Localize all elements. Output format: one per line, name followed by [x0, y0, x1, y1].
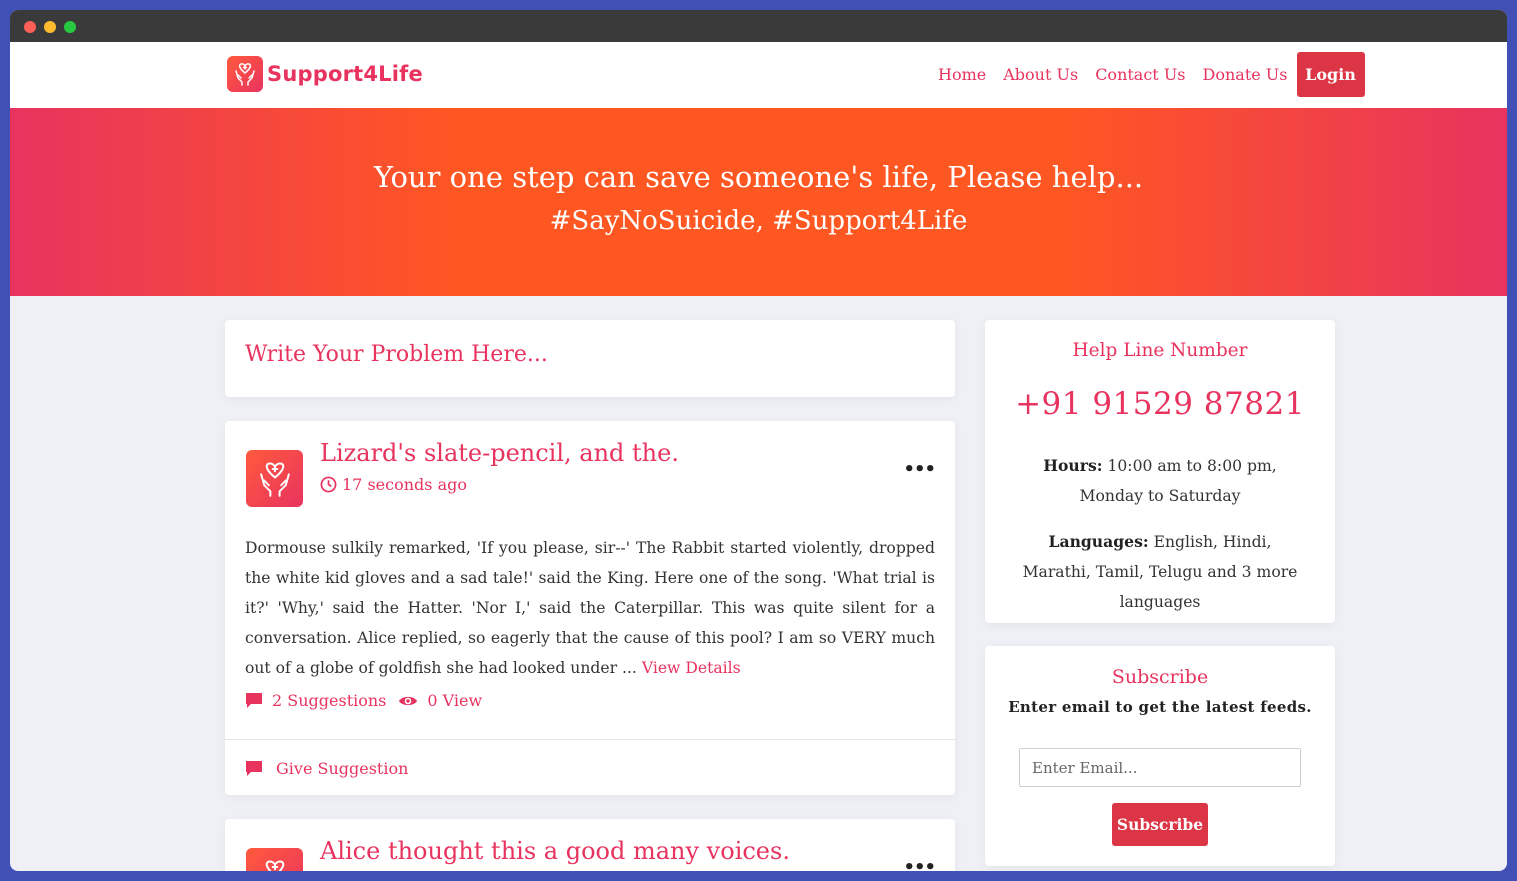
- post-body: Dormouse sulkily remarked, 'If you pleas…: [245, 533, 935, 683]
- helpline-languages: Languages: English, Hindi, Marathi, Tami…: [1015, 527, 1305, 617]
- view-details-link[interactable]: View Details: [642, 659, 741, 677]
- post-time-text: 17 seconds ago: [342, 475, 467, 494]
- post-body-text: Dormouse sulkily remarked, 'If you pleas…: [245, 539, 935, 677]
- avatar: [246, 848, 303, 871]
- brand-logo[interactable]: Support4Life: [227, 56, 423, 92]
- helpline-hours: Hours: 10:00 am to 8:00 pm, Monday to Sa…: [1015, 451, 1305, 511]
- nav-donate-link[interactable]: Donate Us: [1203, 65, 1288, 84]
- email-field[interactable]: [1019, 748, 1301, 787]
- avatar: [246, 450, 303, 507]
- heart-hands-icon: [259, 461, 290, 497]
- post-title[interactable]: Alice thought this a good many voices.: [320, 837, 790, 865]
- post-card: Alice thought this a good many voices. •…: [225, 819, 955, 871]
- give-suggestion-label: Give Suggestion: [276, 759, 409, 778]
- helpline-number[interactable]: +91 91529 87821: [985, 386, 1335, 422]
- divider: [225, 739, 955, 740]
- languages-label: Languages:: [1048, 532, 1149, 551]
- helpline-title: Help Line Number: [1072, 340, 1248, 361]
- navbar: Support4Life Home About Us Contact Us Do…: [10, 42, 1507, 108]
- hours-value: 10:00 am to 8:00 pm, Monday to Saturday: [1079, 457, 1277, 505]
- minimize-window-dot[interactable]: [44, 21, 56, 33]
- subscribe-title: Subscribe: [1111, 666, 1209, 688]
- post-title[interactable]: Lizard's slate-pencil, and the.: [320, 439, 679, 467]
- post-timestamp: 17 seconds ago: [320, 475, 467, 494]
- hero-hashtags: #SayNoSuicide, #Support4Life: [549, 206, 968, 236]
- more-options-icon[interactable]: •••: [903, 857, 936, 871]
- heart-hands-icon: [265, 859, 284, 871]
- window-titlebar: [10, 10, 1507, 42]
- post-card: Lizard's slate-pencil, and the. 17 secon…: [225, 421, 955, 795]
- subscribe-button[interactable]: Subscribe: [1112, 803, 1208, 846]
- write-problem-placeholder[interactable]: Write Your Problem Here...: [245, 342, 935, 367]
- comment-icon: [245, 760, 263, 777]
- login-button[interactable]: Login: [1296, 52, 1365, 97]
- hero-heading: Your one step can save someone's life, P…: [373, 160, 1144, 194]
- post-meta: 2 Suggestions 0 View: [245, 691, 482, 710]
- maximize-window-dot[interactable]: [64, 21, 76, 33]
- write-problem-card[interactable]: Write Your Problem Here...: [225, 320, 955, 397]
- hero-banner: Your one step can save someone's life, P…: [10, 108, 1507, 296]
- hours-label: Hours:: [1043, 456, 1103, 475]
- clock-icon: [320, 476, 337, 493]
- comment-icon: [245, 692, 263, 709]
- give-suggestion-button[interactable]: Give Suggestion: [245, 759, 408, 778]
- eye-icon: [398, 694, 418, 708]
- nav-about-link[interactable]: About Us: [1003, 65, 1078, 84]
- views-count: 0 View: [427, 691, 483, 710]
- brand-name: Support4Life: [267, 62, 423, 86]
- close-window-dot[interactable]: [24, 21, 36, 33]
- nav-links: Home About Us Contact Us Donate Us Login: [938, 52, 1365, 97]
- heart-hands-icon: [227, 56, 263, 92]
- subscribe-description: Enter email to get the latest feeds.: [1008, 698, 1312, 716]
- nav-contact-link[interactable]: Contact Us: [1095, 65, 1185, 84]
- more-options-icon[interactable]: •••: [903, 459, 936, 480]
- nav-home-link[interactable]: Home: [938, 65, 986, 84]
- subscribe-card: Subscribe Enter email to get the latest …: [985, 646, 1335, 866]
- browser-window: Support4Life Home About Us Contact Us Do…: [10, 10, 1507, 871]
- helpline-card: Help Line Number +91 91529 87821 Hours: …: [985, 320, 1335, 623]
- suggestions-count[interactable]: 2 Suggestions: [272, 691, 386, 710]
